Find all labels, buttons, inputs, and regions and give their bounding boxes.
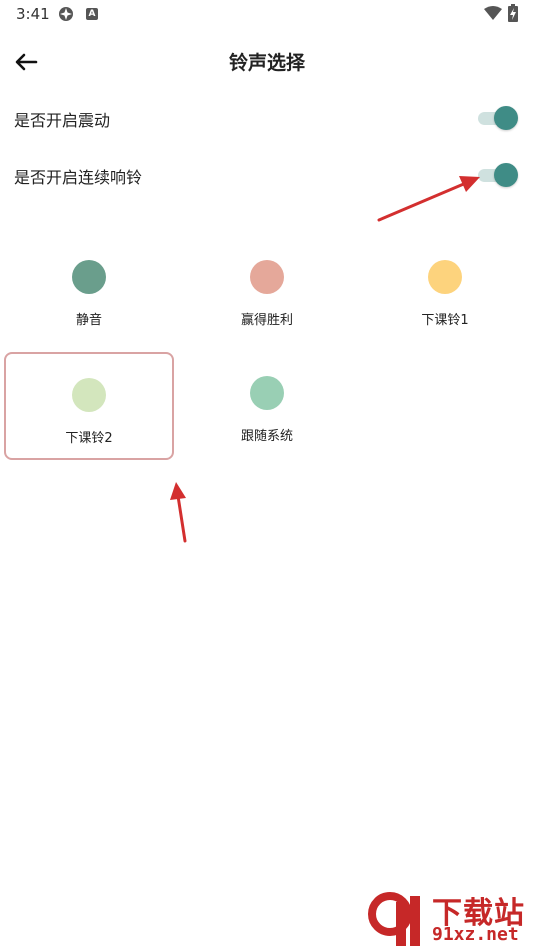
status-time: 3:41 [16, 5, 50, 23]
toggle-thumb [494, 106, 518, 130]
ringtone-item-victory[interactable]: 赢得胜利 [182, 236, 352, 344]
battery-charging-icon [508, 4, 518, 22]
wifi-icon [484, 6, 502, 20]
toggle-thumb [494, 163, 518, 187]
setting-label-continuous-ring: 是否开启连续响铃 [14, 168, 143, 187]
app-notification-icon [59, 7, 73, 21]
ringtone-name: 下课铃1 [421, 313, 469, 328]
status-bar: 3:41 A [0, 0, 534, 30]
ringtone-name: 跟随系统 [240, 429, 293, 444]
ringtone-name: 下课铃2 [65, 431, 113, 446]
notification-a-icon: A [86, 8, 98, 20]
ringtone-item-follow-system[interactable]: 跟随系统 [182, 352, 352, 460]
page-title: 铃声选择 [228, 52, 305, 74]
watermark: 下载站 91xz.net [362, 886, 534, 950]
setting-row-continuous-ring: 是否开启连续响铃 [0, 155, 534, 195]
setting-row-vibrate: 是否开启震动 [0, 98, 534, 138]
watermark-logo-icon [368, 892, 420, 946]
ringtone-color-dot [72, 378, 106, 412]
ringtone-item-bell-2[interactable]: 下课铃2 [4, 352, 174, 460]
ringtone-name: 赢得胜利 [240, 313, 293, 328]
ringtone-color-dot [250, 376, 284, 410]
ringtone-color-dot [250, 260, 284, 294]
ringtone-color-dot [72, 260, 106, 294]
ringtone-name: 静音 [75, 313, 102, 328]
vibrate-toggle[interactable] [478, 106, 518, 130]
ringtone-item-bell-1[interactable]: 下课铃1 [360, 236, 530, 344]
watermark-text-domain: 91xz.net [432, 924, 519, 945]
app-bar: 铃声选择 [0, 36, 534, 86]
continuous-ring-toggle[interactable] [478, 163, 518, 187]
ringtone-item-silent[interactable]: 静音 [4, 236, 174, 344]
annotation-arrows [170, 176, 480, 543]
annotation-arrow-selected-item [170, 482, 187, 543]
ringtone-color-dot [428, 260, 462, 294]
setting-label-vibrate: 是否开启震动 [14, 111, 111, 130]
